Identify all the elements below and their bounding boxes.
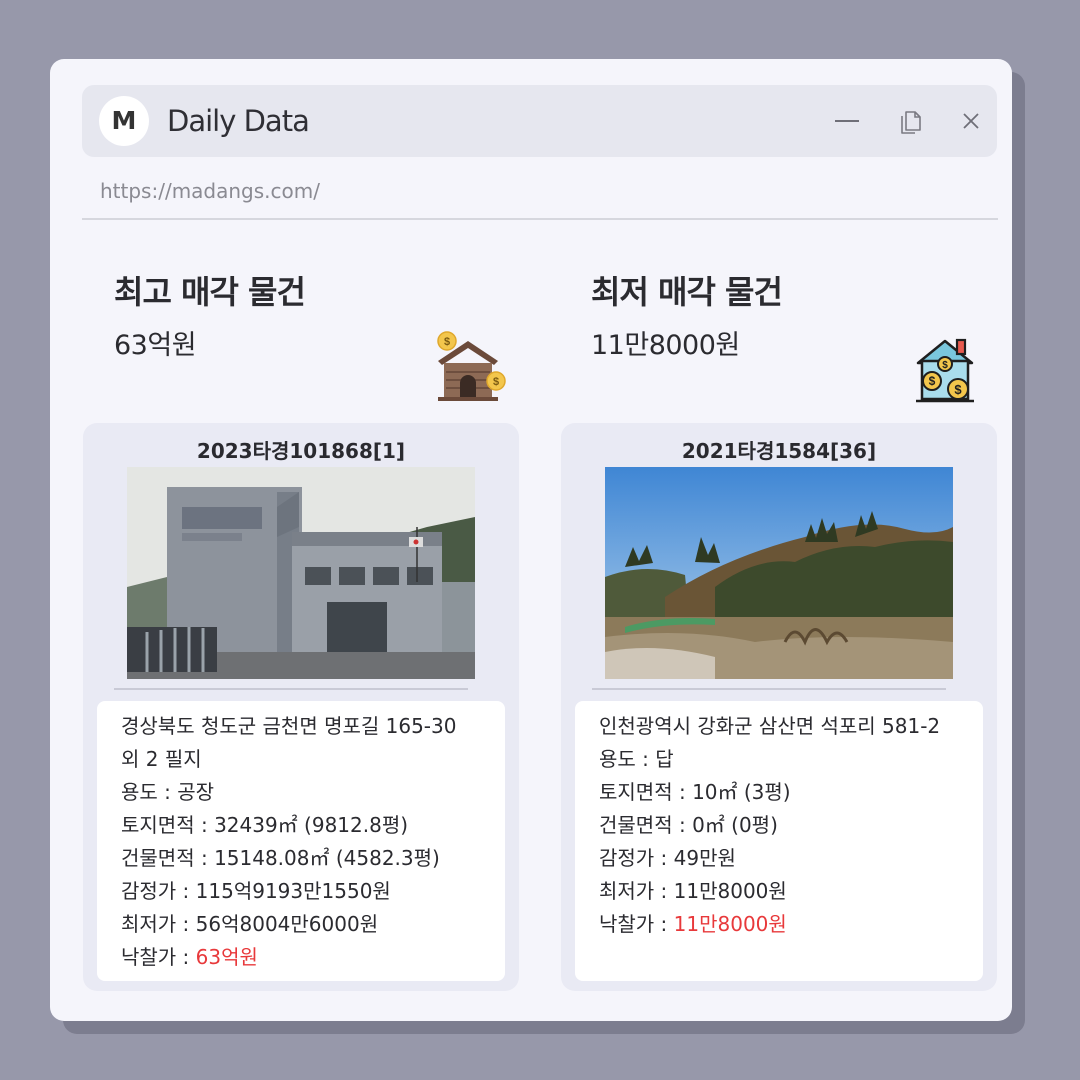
house-coins-icon: $ $ $ [914, 335, 980, 409]
title-bar: M Daily Data [82, 85, 997, 157]
appraisal-row: 감정가 : 49만원 [599, 846, 736, 870]
factory-photo[interactable] [127, 467, 475, 679]
svg-text:$: $ [929, 374, 936, 388]
property-details: 경상북도 청도군 금천면 명포길 165-30 외 2 필지 용도 : 공장 토… [97, 701, 505, 981]
svg-text:$: $ [444, 336, 450, 348]
copy-window-icon [901, 111, 921, 134]
winning-bid-price: 63억원 [195, 945, 258, 969]
lowest-heading: 최저 매각 물건 [591, 273, 783, 311]
address: 경상북도 청도군 금천면 명포길 165-30 외 2 필지 [121, 714, 457, 771]
winning-bid-row: 낙찰가 : 63억원 [121, 945, 258, 969]
lowest-price: 11만8000원 [591, 330, 740, 361]
highest-property-card[interactable]: 2023타경101868[1] 경상북도 청도군 금천면 명포길 165-30 … [83, 423, 519, 991]
browser-window: M Daily Data https://madangs.com/ 최고 매각 … [50, 59, 1012, 1021]
app-logo: M [99, 96, 149, 146]
lowest-property-card[interactable]: 2021타경1584[36] 인천광역시 강화군 삼산면 석포리 581-2 용… [561, 423, 997, 991]
case-number[interactable]: 2023타경101868[1] [83, 435, 519, 464]
app-title: Daily Data [167, 104, 310, 138]
land-area-row: 토지면적 : 32439㎡ (9812.8평) [121, 813, 409, 837]
card-divider [592, 688, 946, 690]
minimum-price-row: 최저가 : 11만8000원 [599, 879, 787, 903]
minimum-price-row: 최저가 : 56억8004만6000원 [121, 912, 379, 936]
winning-bid-row: 낙찰가 : 11만8000원 [599, 912, 787, 936]
svg-text:$: $ [942, 360, 948, 371]
land-photo[interactable] [605, 467, 953, 679]
building-area-row: 건물면적 : 0㎡ (0평) [599, 813, 778, 837]
card-divider [114, 688, 468, 690]
minimize-button[interactable] [829, 103, 865, 139]
usage-row: 용도 : 답 [599, 747, 674, 771]
svg-text:$: $ [493, 376, 499, 388]
close-button[interactable] [953, 103, 989, 139]
svg-text:$: $ [954, 382, 962, 397]
building-area-row: 건물면적 : 15148.08㎡ (4582.3평) [121, 846, 440, 870]
close-icon [963, 113, 979, 129]
appraisal-row: 감정가 : 115억9193만1550원 [121, 879, 391, 903]
land-area-row: 토지면적 : 10㎡ (3평) [599, 780, 791, 804]
winning-bid-price: 11만8000원 [673, 912, 787, 936]
url-divider [82, 218, 998, 220]
url-text[interactable]: https://madangs.com/ [100, 179, 320, 203]
property-details: 인천광역시 강화군 삼산면 석포리 581-2 용도 : 답 토지면적 : 10… [575, 701, 983, 981]
address: 인천광역시 강화군 삼산면 석포리 581-2 [599, 714, 941, 738]
highest-heading: 최고 매각 물건 [114, 273, 306, 311]
case-number[interactable]: 2021타경1584[36] [561, 435, 997, 464]
usage-row: 용도 : 공장 [121, 780, 215, 804]
minimize-icon [835, 120, 859, 122]
house-money-icon: $ $ [432, 331, 508, 409]
restore-button[interactable] [893, 103, 929, 139]
highest-price: 63억원 [114, 330, 197, 361]
